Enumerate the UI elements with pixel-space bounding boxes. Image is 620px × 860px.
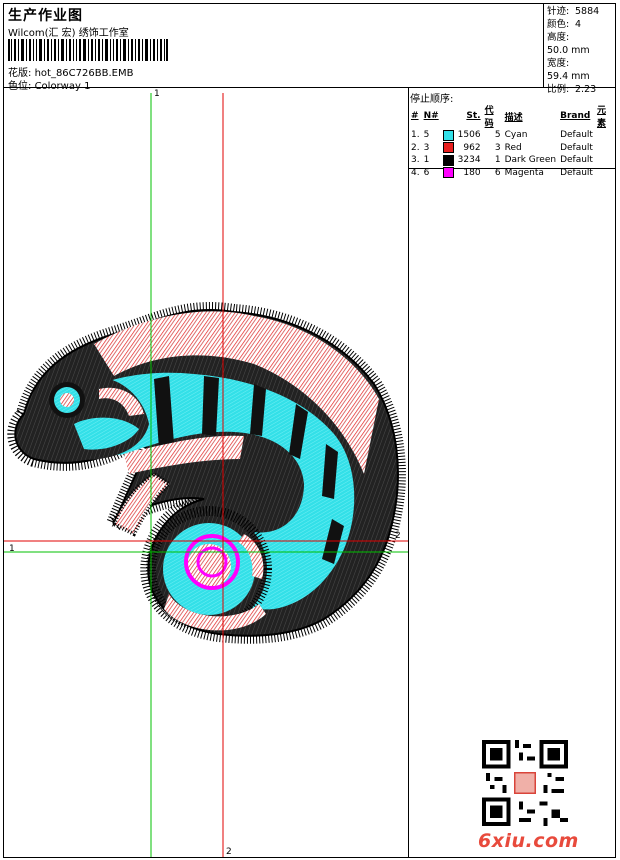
stat-colors: 颜色: 4 <box>547 19 582 30</box>
col-swatch <box>441 103 456 129</box>
qr-code <box>482 740 568 826</box>
table-row: 1. 5 1506 5 Cyan Default <box>411 129 593 141</box>
stats-divider <box>543 4 544 87</box>
sequence-header-row: # N# St. 代码 描述 Brand 元素 <box>409 103 615 129</box>
axis-label-red-right: 2 <box>395 531 401 541</box>
production-worksheet: 生产作业图 Wilcom(汇 宏) 绣饰工作室 花版: hot_86C726BB… <box>3 3 616 858</box>
stat-width: 宽度:59.4 mm <box>547 58 590 82</box>
stat-height: 高度:50.0 mm <box>547 32 590 56</box>
axis-label-red-bottom: 2 <box>226 847 232 857</box>
col-element: 元素 <box>596 106 606 129</box>
table-row: 2. 3 962 3 Red Default <box>411 142 593 154</box>
col-stitches: St. <box>466 111 481 121</box>
col-brand: Brand <box>560 111 591 121</box>
stop-sequence-table: # N# St. 代码 描述 Brand 元素 1. 5 1506 5 Cyan D… <box>409 103 615 179</box>
axis-label-green-left: 1 <box>9 544 15 554</box>
col-description: 描述 <box>504 112 523 123</box>
stat-stitches: 针迹: 5884 <box>547 6 600 17</box>
stat-scale: 比例: 2.23 <box>547 84 597 95</box>
watermark-brand: 6xiu.com <box>478 830 579 852</box>
col-index: # <box>411 111 419 121</box>
axis-label-green-top: 1 <box>154 89 160 99</box>
table-row: 4. 6 180 6 Magenta Default <box>411 167 593 179</box>
design-stats: 针迹: 5884 颜色: 4 高度:50.0 mm 宽度:59.4 mm 比例: 2.… <box>547 5 615 96</box>
color-swatch <box>442 167 454 179</box>
table-row: 3. 1 3234 1 Dark Green Default <box>411 154 593 166</box>
color-swatch <box>442 142 454 154</box>
chameleon-design <box>7 302 406 644</box>
color-swatch <box>442 129 454 141</box>
design-canvas <box>4 93 408 857</box>
col-needle: N# <box>423 111 439 121</box>
color-swatch <box>442 154 454 166</box>
sequence-divider <box>408 87 409 857</box>
col-code: 代码 <box>484 106 494 129</box>
